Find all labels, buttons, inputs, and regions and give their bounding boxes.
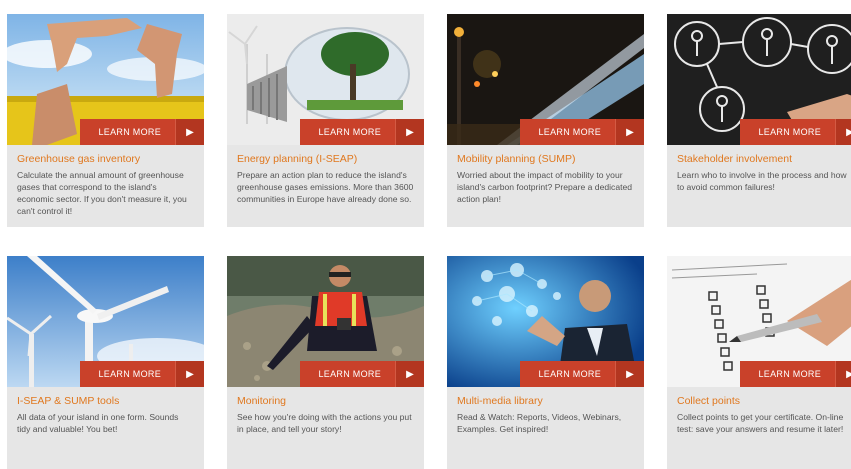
card-stakeholder-involvement: LEARN MORE ▶ Stakeholder involvement Lea… bbox=[667, 14, 851, 227]
card-description: Read & Watch: Reports, Videos, Webinars,… bbox=[457, 412, 622, 434]
card-title[interactable]: Energy planning (I-SEAP) bbox=[237, 153, 414, 165]
learn-more-button[interactable]: LEARN MORE ▶ bbox=[520, 119, 644, 145]
card-description: Collect points to get your certificate. … bbox=[677, 412, 844, 434]
card-title[interactable]: Multi-media library bbox=[457, 395, 634, 407]
card-energy-planning: LEARN MORE ▶ Energy planning (I-SEAP) Pr… bbox=[227, 14, 424, 227]
play-arrow-icon: ▶ bbox=[175, 119, 204, 145]
learn-more-label: LEARN MORE bbox=[740, 119, 835, 145]
learn-more-label: LEARN MORE bbox=[520, 361, 615, 387]
card-greenhouse-gas-inventory: LEARN MORE ▶ Greenhouse gas inventory Ca… bbox=[7, 14, 204, 227]
card-image[interactable]: LEARN MORE ▶ bbox=[667, 256, 851, 387]
card-image[interactable]: LEARN MORE ▶ bbox=[7, 256, 204, 387]
card-monitoring: LEARN MORE ▶ Monitoring See how you're d… bbox=[227, 256, 424, 469]
play-arrow-icon: ▶ bbox=[175, 361, 204, 387]
learn-more-button[interactable]: LEARN MORE ▶ bbox=[300, 119, 424, 145]
learn-more-label: LEARN MORE bbox=[300, 361, 395, 387]
card-description: Learn who to involve in the process and … bbox=[677, 170, 847, 192]
card-collect-points: LEARN MORE ▶ Collect points Collect poin… bbox=[667, 256, 851, 469]
learn-more-button[interactable]: LEARN MORE ▶ bbox=[80, 119, 204, 145]
card-image[interactable]: LEARN MORE ▶ bbox=[227, 14, 424, 145]
card-description: Worried about the impact of mobility to … bbox=[457, 170, 633, 204]
learn-more-button[interactable]: LEARN MORE ▶ bbox=[300, 361, 424, 387]
card-title[interactable]: Monitoring bbox=[237, 395, 414, 407]
card-image[interactable]: LEARN MORE ▶ bbox=[7, 14, 204, 145]
card-image[interactable]: LEARN MORE ▶ bbox=[447, 256, 644, 387]
card-image[interactable]: LEARN MORE ▶ bbox=[667, 14, 851, 145]
card-title[interactable]: Collect points bbox=[677, 395, 851, 407]
card-description: See how you're doing with the actions yo… bbox=[237, 412, 412, 434]
learn-more-button[interactable]: LEARN MORE ▶ bbox=[740, 119, 851, 145]
card-image[interactable]: LEARN MORE ▶ bbox=[227, 256, 424, 387]
play-arrow-icon: ▶ bbox=[615, 361, 644, 387]
learn-more-label: LEARN MORE bbox=[80, 361, 175, 387]
card-image[interactable]: LEARN MORE ▶ bbox=[447, 14, 644, 145]
play-arrow-icon: ▶ bbox=[395, 361, 424, 387]
card-iseap-sump-tools: LEARN MORE ▶ I-SEAP & SUMP tools All dat… bbox=[7, 256, 204, 469]
learn-more-label: LEARN MORE bbox=[80, 119, 175, 145]
learn-more-button[interactable]: LEARN MORE ▶ bbox=[80, 361, 204, 387]
learn-more-label: LEARN MORE bbox=[740, 361, 835, 387]
card-title[interactable]: I-SEAP & SUMP tools bbox=[17, 395, 194, 407]
card-description: Prepare an action plan to reduce the isl… bbox=[237, 170, 414, 204]
card-title[interactable]: Mobility planning (SUMP) bbox=[457, 153, 634, 165]
learn-more-label: LEARN MORE bbox=[300, 119, 395, 145]
play-arrow-icon: ▶ bbox=[835, 119, 851, 145]
learn-more-label: LEARN MORE bbox=[520, 119, 615, 145]
card-title[interactable]: Stakeholder involvement bbox=[677, 153, 851, 165]
card-mobility-planning: LEARN MORE ▶ Mobility planning (SUMP) Wo… bbox=[447, 14, 644, 227]
learn-more-button[interactable]: LEARN MORE ▶ bbox=[520, 361, 644, 387]
play-arrow-icon: ▶ bbox=[395, 119, 424, 145]
card-title[interactable]: Greenhouse gas inventory bbox=[17, 153, 194, 165]
play-arrow-icon: ▶ bbox=[835, 361, 851, 387]
learn-more-button[interactable]: LEARN MORE ▶ bbox=[740, 361, 851, 387]
tools-grid: LEARN MORE ▶ Greenhouse gas inventory Ca… bbox=[0, 0, 851, 469]
card-description: All data of your island in one form. Sou… bbox=[17, 412, 179, 434]
play-arrow-icon: ▶ bbox=[615, 119, 644, 145]
card-description: Calculate the annual amount of greenhous… bbox=[17, 170, 187, 216]
card-multimedia-library: LEARN MORE ▶ Multi-media library Read & … bbox=[447, 256, 644, 469]
